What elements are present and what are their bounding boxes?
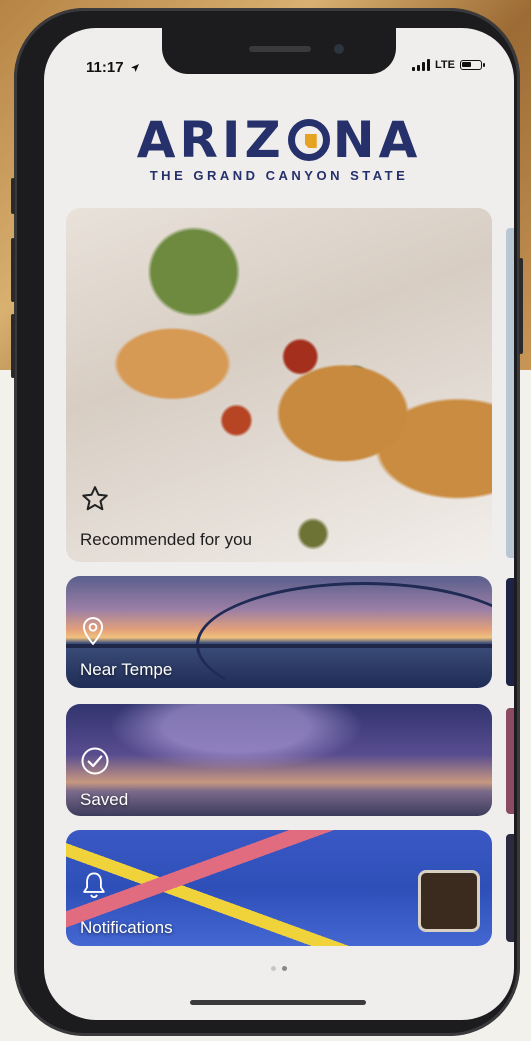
network-type: LTE <box>435 59 455 71</box>
card-recommended[interactable]: Recommended for you <box>66 208 492 562</box>
location-pin-icon <box>82 617 104 646</box>
next-card-peek <box>506 708 514 814</box>
bridge-arch <box>196 582 492 688</box>
battery-icon <box>460 60 485 70</box>
location-arrow-icon <box>130 64 139 73</box>
next-card-peek <box>506 228 514 558</box>
logo-title-left: ARIZ <box>136 111 285 169</box>
page-dot-active <box>282 966 287 971</box>
card-label: Recommended for you <box>80 530 252 549</box>
arizona-logo: ARIZ NA THE GRAND CANYON STATE <box>44 114 514 183</box>
home-indicator[interactable] <box>190 1000 366 1005</box>
notch <box>162 28 396 74</box>
volume-down-button <box>11 314 15 378</box>
bell-icon <box>83 872 105 899</box>
card-label: Near Tempe <box>80 660 173 679</box>
page-indicator[interactable] <box>44 966 514 971</box>
status-time: 11:17 <box>86 59 140 76</box>
arizona-state-o-icon <box>287 119 330 161</box>
card-near-tempe[interactable]: Near Tempe <box>66 576 492 688</box>
earpiece-speaker <box>249 46 311 52</box>
front-camera <box>334 44 344 54</box>
status-indicators: LTE <box>412 59 485 71</box>
volume-up-button <box>11 238 15 302</box>
check-circle-icon <box>81 747 109 775</box>
page-dot <box>271 966 276 971</box>
next-card-peek <box>506 834 514 942</box>
logo-title: ARIZ NA <box>44 114 514 166</box>
app-screen: 11:17 LTE ARIZ NA THE GRAND CANYON STATE… <box>44 28 514 1020</box>
mute-switch <box>11 178 15 214</box>
logo-subtitle: THE GRAND CANYON STATE <box>149 168 409 183</box>
card-notifications[interactable]: Notifications <box>66 830 492 946</box>
signal-strength-icon <box>412 59 431 71</box>
balloon-basket <box>418 870 480 932</box>
card-label: Notifications <box>80 918 173 937</box>
phone-frame: 11:17 LTE ARIZ NA THE GRAND CANYON STATE… <box>11 8 523 1036</box>
power-button <box>519 258 523 354</box>
logo-title-right: NA <box>332 111 422 169</box>
card-label: Saved <box>80 790 129 809</box>
bridge-deck <box>66 644 492 648</box>
star-icon <box>82 486 108 511</box>
card-saved[interactable]: Saved <box>66 704 492 816</box>
next-card-peek <box>506 578 514 686</box>
